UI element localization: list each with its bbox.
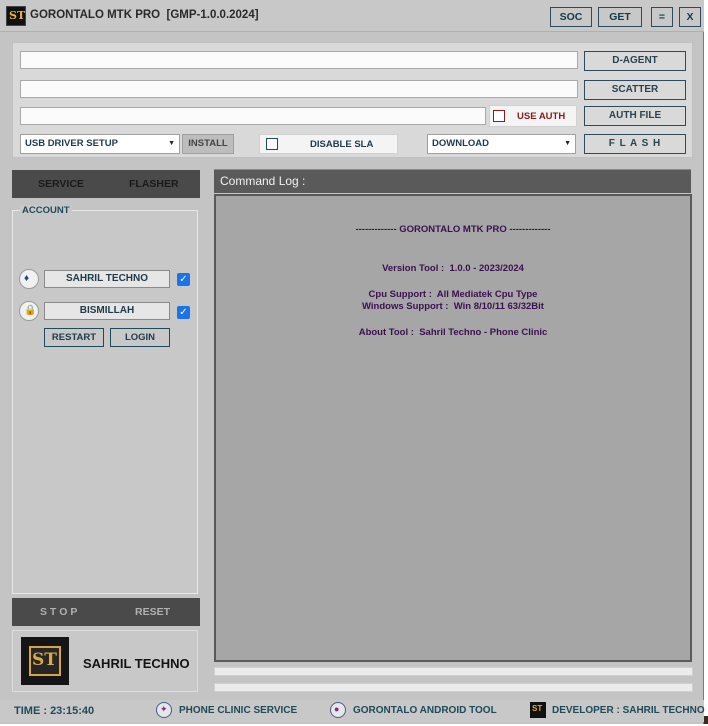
close-button[interactable]: X	[679, 7, 701, 27]
phone-clinic-link[interactable]: PHONE CLINIC SERVICE	[179, 705, 297, 716]
developer-credit: DEVELOPER : SAHRIL TECHNO	[552, 705, 705, 716]
chevron-down-icon: ▼	[564, 140, 571, 147]
use-auth-label: USE AUTH	[517, 111, 566, 122]
window-title: GORONTALO MTK PRO [GMP-1.0.0.2024]	[30, 9, 259, 21]
soc-button[interactable]: SOC	[550, 7, 592, 27]
mode-select-value: DOWNLOAD	[432, 138, 489, 149]
command-log[interactable]: ------------- GORONTALO MTK PRO --------…	[214, 194, 692, 662]
progress-bar-1	[214, 667, 693, 676]
usb-driver-select[interactable]: USB DRIVER SETUP ▼	[20, 134, 180, 154]
log-line: Cpu Support : All Mediatek Cpu Type	[368, 289, 538, 300]
control-bar: S T O P RESET	[12, 598, 200, 626]
stop-button[interactable]: S T O P	[40, 598, 77, 626]
progress-bar-2	[214, 683, 693, 692]
auth-file-button[interactable]: AUTH FILE	[584, 106, 686, 126]
log-line: Version Tool : 1.0.0 - 2023/2024	[382, 263, 524, 274]
command-log-header: Command Log :	[214, 169, 691, 193]
account-label: ACCOUNT	[20, 205, 72, 216]
use-auth-checkbox[interactable]	[493, 110, 505, 122]
login-button[interactable]: LOGIN	[110, 328, 170, 347]
tab-service[interactable]: SERVICE	[38, 170, 84, 198]
status-bar: TIME : 23:15:40 ✦ PHONE CLINIC SERVICE ●…	[0, 700, 705, 722]
tab-flasher[interactable]: FLASHER	[129, 170, 179, 198]
developer-chip-icon: ST	[530, 702, 546, 718]
android-tool-icon: ●	[330, 702, 346, 718]
phone-clinic-icon: ✦	[156, 702, 172, 718]
restart-button[interactable]: RESTART	[44, 328, 104, 347]
log-line: Windows Support : Win 8/10/11 63/32Bit	[362, 301, 544, 312]
disable-sla-label: DISABLE SLA	[310, 139, 374, 150]
scatter-path-field[interactable]	[20, 80, 578, 98]
brand-name: SAHRIL TECHNO	[83, 656, 190, 671]
menu-button[interactable]: =	[651, 7, 673, 27]
log-line: ------------- GORONTALO MTK PRO --------…	[355, 224, 551, 235]
command-log-title: Command Log :	[220, 174, 306, 188]
clock: TIME : 23:15:40	[14, 705, 95, 717]
usb-driver-select-value: USB DRIVER SETUP	[25, 138, 118, 149]
password-field[interactable]: BISMILLAH	[44, 302, 170, 320]
chevron-down-icon: ▼	[168, 140, 175, 147]
d-agent-path-field[interactable]	[20, 51, 578, 69]
mode-select[interactable]: DOWNLOAD ▼	[427, 134, 576, 154]
remember-password-checkbox[interactable]: ✓	[177, 306, 190, 319]
flash-button[interactable]: F L A S H	[584, 134, 686, 154]
title-bar[interactable]: ST GORONTALO MTK PRO [GMP-1.0.0.2024] SO…	[0, 0, 704, 32]
android-tool-link[interactable]: GORONTALO ANDROID TOOL	[353, 705, 497, 716]
lock-icon: 🔒	[19, 301, 39, 321]
disable-sla-checkbox[interactable]	[266, 138, 278, 150]
get-button[interactable]: GET	[598, 7, 642, 27]
scatter-button[interactable]: SCATTER	[584, 80, 686, 100]
log-line: About Tool : Sahril Techno - Phone Clini…	[358, 327, 548, 338]
chip-logo-icon: ST	[21, 637, 69, 685]
d-agent-button[interactable]: D-AGENT	[584, 51, 686, 71]
mode-tabs: SERVICE FLASHER	[12, 170, 200, 198]
reset-button[interactable]: RESET	[135, 598, 170, 626]
auth-file-path-field[interactable]	[20, 107, 486, 125]
user-icon: ♦	[19, 269, 39, 289]
account-panel	[12, 210, 198, 594]
top-panel: D-AGENT SCATTER USE AUTH AUTH FILE USB D…	[12, 42, 693, 158]
brand-panel: ST SAHRIL TECHNO	[12, 630, 198, 692]
install-button[interactable]: INSTALL	[182, 134, 234, 154]
app-window: ST GORONTALO MTK PRO [GMP-1.0.0.2024] SO…	[0, 0, 705, 724]
use-auth-group: USE AUTH	[489, 105, 577, 127]
remember-username-checkbox[interactable]: ✓	[177, 273, 190, 286]
disable-sla-group: DISABLE SLA	[259, 134, 398, 154]
app-logo-icon: ST	[6, 6, 26, 26]
username-field[interactable]: SAHRIL TECHNO	[44, 270, 170, 288]
clock-time: 23:15:40	[50, 705, 95, 717]
